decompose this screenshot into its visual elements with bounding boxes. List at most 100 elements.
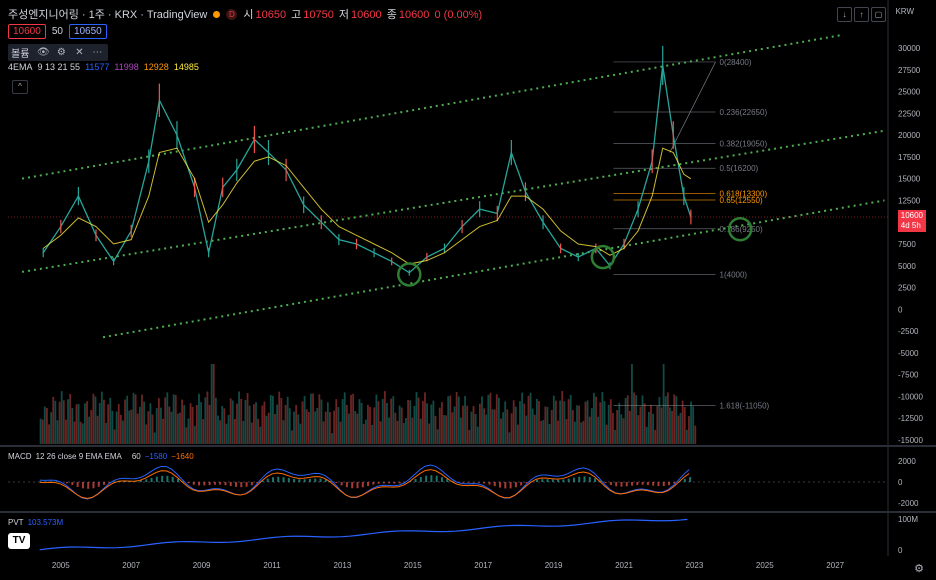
ema-value-21: 12928 <box>143 62 169 72</box>
volume-bar <box>255 402 257 444</box>
volume-bar <box>206 391 209 444</box>
volume-bar <box>645 426 648 444</box>
volume-bar <box>455 391 458 444</box>
volume-bar <box>457 396 460 444</box>
macd-histogram-bar <box>467 482 470 483</box>
y-axis-label: 22500 <box>898 109 921 118</box>
volume-bar <box>128 410 131 444</box>
volume-bar <box>590 408 593 444</box>
pvt-name[interactable]: PVT <box>8 518 24 527</box>
macd-histogram-bar <box>668 482 670 486</box>
macd-histogram-bar <box>514 482 517 488</box>
volume-bar <box>400 407 403 444</box>
volume-bar <box>580 422 583 444</box>
volume-bar <box>81 423 84 444</box>
volume-bar <box>183 405 186 444</box>
volume-bar <box>65 419 67 444</box>
volume-bar <box>582 421 585 444</box>
volume-label[interactable]: 볼륨 <box>11 45 33 60</box>
volume-bar <box>635 395 638 444</box>
volume-bar <box>660 407 663 444</box>
volume-bar <box>352 393 355 444</box>
volume-bar <box>624 397 627 444</box>
volume-bar <box>56 420 59 444</box>
collapse-legend-button[interactable]: ^ <box>12 80 28 94</box>
volume-bar <box>60 391 63 444</box>
volume-bar <box>295 404 298 444</box>
volume-bar <box>685 429 688 444</box>
macd-histogram-bar <box>567 478 570 482</box>
volume-bar <box>335 399 338 444</box>
ema-name[interactable]: 4EMA <box>8 62 33 72</box>
x-axis-label: 2021 <box>615 561 633 570</box>
volume-bar <box>73 421 76 444</box>
volume-bar <box>162 418 164 444</box>
eye-icon[interactable]: 👁 <box>35 46 51 59</box>
volume-bar <box>261 405 264 444</box>
macd-histogram-bar <box>308 478 311 482</box>
volume-bar <box>160 407 162 444</box>
volume-bar <box>593 392 595 444</box>
close-icon[interactable]: ✕ <box>71 46 87 59</box>
dividend-badge[interactable]: D <box>226 8 238 20</box>
macd-histogram-bar <box>145 479 148 482</box>
macd-histogram-bar <box>50 481 53 482</box>
settings-gear-icon[interactable]: ⚙ <box>914 562 924 575</box>
currency-label[interactable]: KRW <box>895 7 914 16</box>
volume-bar <box>134 394 137 444</box>
volume-bar <box>176 413 179 444</box>
volume-bar <box>138 406 141 444</box>
macd-histogram-bar <box>472 482 475 483</box>
macd-histogram-bar <box>150 477 153 482</box>
volume-bar <box>386 402 388 444</box>
volume-bar <box>588 416 591 444</box>
volume-bar <box>244 400 247 444</box>
ema-value-13: 11998 <box>114 62 139 72</box>
more-icon[interactable]: ⋯ <box>89 46 105 59</box>
volume-bar <box>436 429 439 444</box>
volume-bar <box>345 404 348 444</box>
volume-bar <box>191 406 194 444</box>
chart-canvas[interactable]: 3000027500250002250020000175001500012500… <box>0 0 936 580</box>
high-label: 고 <box>291 9 302 21</box>
tradingview-logo[interactable]: TV <box>8 533 30 549</box>
macd-name[interactable]: MACD <box>8 452 32 461</box>
volume-bar <box>69 393 72 444</box>
volume-bar <box>677 415 680 444</box>
fib-level-label: 0.5(16200) <box>720 164 759 173</box>
y-axis-label: 25000 <box>898 88 921 97</box>
macd-histogram-bar <box>303 479 306 482</box>
volume-bar <box>94 396 97 444</box>
settings-icon[interactable]: ⚙ <box>53 46 69 59</box>
volume-bar <box>381 398 384 444</box>
buy-button[interactable]: 10650 <box>68 24 107 39</box>
macd-hist: 60 <box>131 452 141 461</box>
trend-channel-line <box>102 199 885 339</box>
volume-bar <box>231 400 234 444</box>
volume-bar <box>307 412 310 444</box>
volume-bar <box>132 392 135 444</box>
move-up-icon[interactable]: ↑ <box>854 7 869 22</box>
sell-button[interactable]: 10600 <box>8 24 46 39</box>
macd-histogram-bar <box>171 476 174 482</box>
volume-bar <box>516 424 519 444</box>
volume-bar <box>136 413 139 444</box>
volume-bar <box>77 403 80 444</box>
volume-bar <box>310 393 312 444</box>
volume-bar <box>472 406 475 444</box>
volume-bar <box>229 398 232 444</box>
maximize-icon[interactable]: ▢ <box>871 7 886 22</box>
volume-bar <box>681 400 684 444</box>
volume-bar <box>377 401 380 444</box>
symbol-title[interactable]: 주성엔지니어링 · 1주 · KRX · TradingView <box>8 6 207 22</box>
volume-bar <box>561 391 564 444</box>
volume-bar <box>438 407 441 444</box>
macd-histogram-bar <box>620 482 623 487</box>
macd-histogram-bar <box>76 482 79 487</box>
macd-histogram-bar <box>493 482 496 487</box>
macd-histogram-bar <box>97 482 100 487</box>
volume-bar <box>569 394 572 444</box>
move-down-icon[interactable]: ↓ <box>837 7 852 22</box>
volume-bar <box>233 418 236 444</box>
y-axis-label: -5000 <box>898 349 919 358</box>
